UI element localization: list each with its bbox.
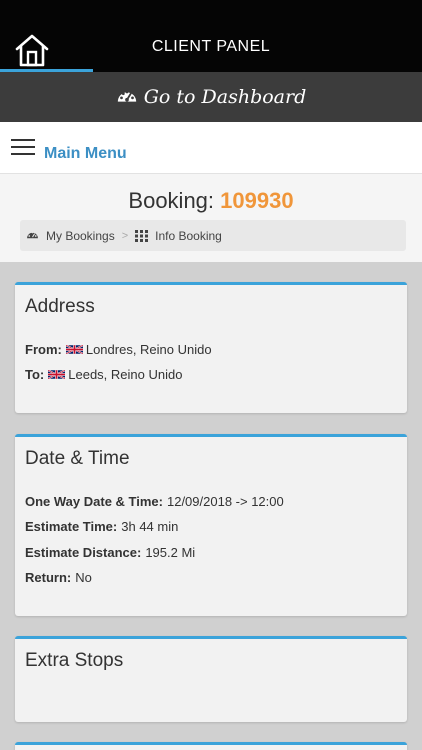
dashboard-gauge-icon xyxy=(27,231,38,239)
main-menu-button[interactable]: Main Menu xyxy=(44,145,127,163)
estimate-time-row: Estimate Time: 3h 44 min xyxy=(25,519,178,534)
page-title: Booking: 109930 xyxy=(0,188,422,214)
uk-flag-icon xyxy=(48,369,66,380)
row-label: Estimate Time: xyxy=(25,519,118,534)
breadcrumb-label: Info Booking xyxy=(155,228,222,243)
hamburger-icon[interactable] xyxy=(11,139,35,157)
row-value: 195.2 Mi xyxy=(145,545,196,560)
row-value: 3h 44 min xyxy=(121,519,179,534)
booking-number: 109930 xyxy=(220,188,294,213)
grid-icon xyxy=(135,229,149,242)
next-card xyxy=(15,742,407,750)
main-menu-bar: Main Menu xyxy=(0,122,422,174)
row-label: One Way Date & Time: xyxy=(25,494,163,509)
estimate-distance-row: Estimate Distance: 195.2 Mi xyxy=(25,545,195,560)
breadcrumb-info-booking: Info Booking xyxy=(135,229,222,243)
row-value: No xyxy=(75,570,92,585)
date-time-title: Date & Time xyxy=(25,448,130,469)
dashboard-label: Go to Dashboard xyxy=(143,86,307,108)
to-row: To: Leeds, Reino Unido xyxy=(25,367,182,382)
extra-stops-card: Extra Stops xyxy=(15,636,407,722)
extra-stops-title: Extra Stops xyxy=(25,650,124,671)
from-label: From: xyxy=(25,342,62,357)
address-title: Address xyxy=(25,296,95,317)
breadcrumb-separator: > xyxy=(121,229,129,242)
row-value: 12/09/2018 -> 12:00 xyxy=(166,494,284,509)
page-header: Booking: 109930 My Bookings > Info Booki… xyxy=(0,174,422,262)
go-to-dashboard-button[interactable]: Go to Dashboard xyxy=(0,72,422,122)
from-row: From: Londres, Reino Unido xyxy=(25,342,212,357)
breadcrumb-label: My Bookings xyxy=(46,228,115,243)
one-way-date-row: One Way Date & Time: 12/09/2018 -> 12:00 xyxy=(25,494,284,509)
row-label: Estimate Distance: xyxy=(25,545,142,560)
return-row: Return: No xyxy=(25,570,92,585)
breadcrumb-my-bookings[interactable]: My Bookings xyxy=(26,229,115,243)
breadcrumb: My Bookings > Info Booking xyxy=(20,220,406,251)
booking-prefix: Booking: xyxy=(128,188,215,213)
top-bar: CLIENT PANEL xyxy=(0,0,422,72)
uk-flag-icon xyxy=(65,344,83,355)
date-time-card: Date & Time One Way Date & Time: 12/09/2… xyxy=(15,434,407,616)
panel-title: CLIENT PANEL xyxy=(151,38,271,55)
from-value: Londres, Reino Unido xyxy=(85,342,212,357)
to-value: Leeds, Reino Unido xyxy=(68,367,183,382)
dashboard-gauge-icon xyxy=(117,90,136,102)
row-label: Return: xyxy=(25,570,72,585)
to-label: To: xyxy=(25,367,45,382)
address-card: Address From: Londres, Reino Unido To: L… xyxy=(15,282,407,413)
